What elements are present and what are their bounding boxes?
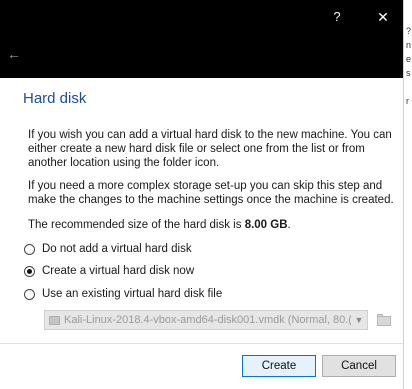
recommended-prefix: The recommended size of the hard disk is [28, 219, 245, 231]
cancel-button[interactable]: Cancel [322, 355, 396, 377]
recommended-size-text: The recommended size of the hard disk is… [28, 218, 398, 232]
existing-disk-value: Kali-Linux-2018.4-vbox-amd64-disk001.vmd… [64, 314, 351, 326]
option-existing-disk[interactable]: Use an existing virtual hard disk file [24, 286, 222, 302]
hard-disk-icon [49, 315, 60, 325]
back-arrow-icon[interactable]: ← [4, 44, 24, 64]
option-label: Do not add a virtual hard disk [42, 243, 192, 255]
advanced-hint-text: If you need a more complex storage set-u… [28, 180, 394, 206]
create-button[interactable]: Create [242, 355, 316, 377]
folder-icon [377, 316, 391, 326]
title-bar: ? ✕ ← [0, 0, 403, 78]
option-label: Use an existing virtual hard disk file [42, 288, 223, 300]
chevron-down-icon[interactable]: ▼ [351, 315, 367, 325]
radio-no-disk[interactable] [24, 243, 35, 255]
recommended-suffix: . [287, 219, 291, 231]
footer-divider [0, 343, 403, 344]
choose-disk-file-button[interactable] [375, 311, 393, 329]
option-create-disk[interactable]: Create a virtual hard disk now [24, 263, 194, 279]
description-text: If you wish you can add a virtual hard d… [28, 129, 392, 169]
page-title: Hard disk [23, 90, 87, 107]
background-window-edge: ? n e s r [403, 0, 412, 389]
close-icon[interactable]: ✕ [370, 6, 396, 28]
option-label: Create a virtual hard disk now [42, 265, 195, 277]
recommended-size-value: 8.00 GB [244, 219, 288, 231]
radio-create-disk[interactable] [24, 265, 35, 277]
radio-existing-disk[interactable] [24, 288, 35, 300]
help-button[interactable]: ? [324, 6, 350, 28]
existing-disk-select[interactable]: Kali-Linux-2018.4-vbox-amd64-disk001.vmd… [44, 310, 368, 330]
option-no-disk[interactable]: Do not add a virtual hard disk [24, 241, 192, 257]
